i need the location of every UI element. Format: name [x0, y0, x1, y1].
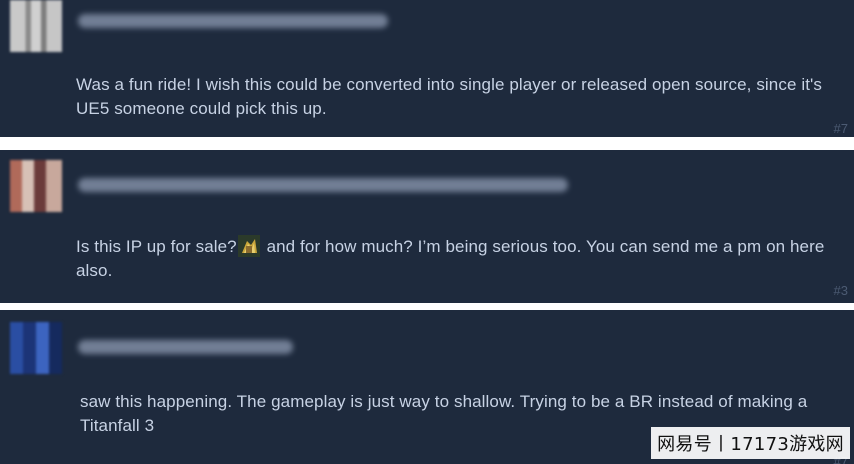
post-number[interactable]: #7	[834, 121, 848, 136]
author-name-blurred[interactable]	[78, 14, 388, 28]
author-name-blurred[interactable]	[78, 340, 293, 354]
comment-card: Is this IP up for sale? and for how much…	[0, 150, 854, 303]
comment-text: Was a fun ride! I wish this could be con…	[76, 75, 822, 118]
author-name-blurred[interactable]	[78, 178, 568, 192]
watermark: 网易号丨17173游戏网	[651, 427, 850, 459]
discussion-thread: Was a fun ride! I wish this could be con…	[0, 0, 854, 464]
comment-text: Is this IP up for sale? and for how much…	[76, 235, 842, 283]
comment-text-part: Is this IP up for sale?	[76, 237, 237, 256]
post-number[interactable]: #3	[834, 283, 848, 298]
avatar[interactable]	[10, 160, 62, 212]
comment-card: Was a fun ride! I wish this could be con…	[0, 0, 854, 137]
avatar[interactable]	[10, 0, 62, 52]
emoticon-icon	[237, 235, 260, 257]
avatar[interactable]	[10, 322, 62, 374]
